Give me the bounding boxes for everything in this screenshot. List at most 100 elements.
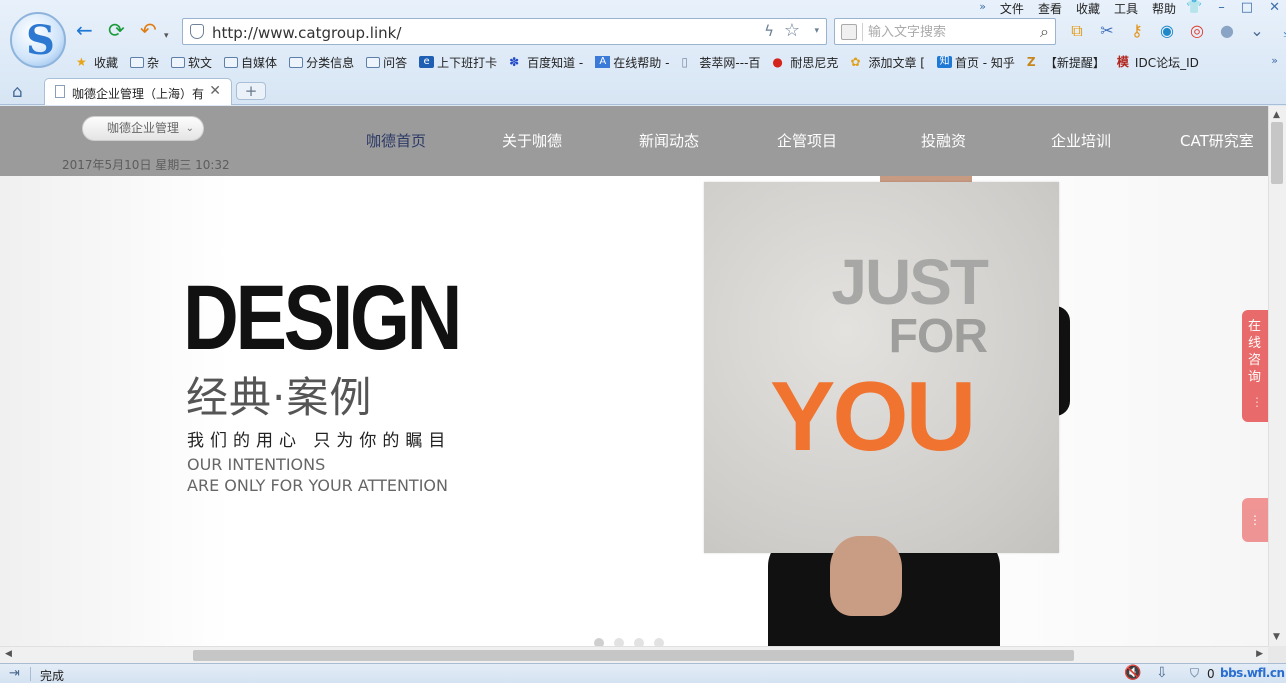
- online-consult-tab[interactable]: 在线咨询 ⋮: [1242, 310, 1268, 422]
- browser-chrome: S » 文件 查看 收藏 工具 帮助 👕 – □ ✕ ← ⟳ ↶ ▾ http:…: [0, 0, 1286, 105]
- hero-cn-title: 经典·案例: [186, 373, 373, 422]
- bookmark-link[interactable]: e 上下班打卡: [419, 52, 497, 72]
- vertical-scroll-thumb[interactable]: [1271, 122, 1283, 184]
- security-shield-icon[interactable]: [190, 24, 204, 39]
- grip-icon: ⋮: [1249, 513, 1261, 527]
- page-icon: ▯: [681, 55, 689, 69]
- bookmarks-more-icon[interactable]: »: [1271, 54, 1278, 67]
- bookmark-folder[interactable]: 自媒体: [224, 52, 277, 72]
- skin-icon[interactable]: 👕: [1186, 0, 1202, 15]
- sogou-browser-logo[interactable]: S: [10, 12, 66, 68]
- colorful-gear-icon: ✿: [850, 55, 861, 69]
- bookmark-link[interactable]: 模 IDC论坛_ID: [1117, 52, 1199, 72]
- folder-icon: [366, 56, 381, 68]
- nav-about[interactable]: 关于咖德: [502, 130, 562, 151]
- bookmark-favorites[interactable]: ★ 收藏: [76, 52, 118, 72]
- bookmark-link[interactable]: ✿ 添加文章 [: [850, 52, 925, 72]
- nav-cat-lab[interactable]: CAT研究室: [1180, 130, 1254, 151]
- menu-file[interactable]: 文件: [1000, 0, 1024, 16]
- vertical-scrollbar[interactable]: ▲ ▼: [1268, 106, 1286, 646]
- shield-icon[interactable]: ⛉: [1190, 666, 1199, 681]
- bookmark-link[interactable]: ✽ 百度知道 -: [509, 52, 583, 72]
- search-divider: [862, 23, 863, 41]
- bookmark-link[interactable]: ● 耐思尼克: [772, 52, 838, 72]
- download-icon[interactable]: ⤓: [1276, 20, 1286, 42]
- bookmark-folder[interactable]: 软文: [171, 52, 212, 72]
- search-icon[interactable]: ⌕: [1040, 22, 1049, 42]
- nicenic-icon: ●: [772, 55, 783, 69]
- menu-view[interactable]: 查看: [1038, 0, 1062, 16]
- sign-just-text: JUST: [831, 246, 989, 318]
- nav-training[interactable]: 企业培训: [1051, 130, 1111, 151]
- hero-design-heading: DESIGN: [183, 267, 462, 369]
- nav-news[interactable]: 新闻动态: [639, 130, 699, 151]
- scissors-icon[interactable]: ✂: [1096, 20, 1118, 42]
- online-consult-label: 在线咨询: [1248, 319, 1262, 385]
- slider-dot[interactable]: [614, 638, 624, 646]
- bookmark-folder[interactable]: 问答: [366, 52, 407, 72]
- horizontal-scroll-thumb[interactable]: [193, 650, 1074, 661]
- hand-bottom-image: [830, 536, 902, 616]
- scroll-up-icon[interactable]: ▲: [1273, 110, 1280, 120]
- ie-icon: e: [419, 56, 435, 68]
- scroll-right-icon[interactable]: ▶: [1256, 649, 1263, 659]
- screenshot-icon[interactable]: ⧉: [1066, 20, 1088, 42]
- slider-dot[interactable]: [654, 638, 664, 646]
- menu-help[interactable]: 帮助: [1152, 0, 1176, 16]
- scroll-left-icon[interactable]: ◀: [5, 649, 12, 659]
- nav-home[interactable]: 咖德首页: [366, 130, 426, 151]
- home-icon[interactable]: ⌂: [12, 82, 23, 102]
- hero-banner[interactable]: DESIGN 经典·案例 我们的用心 只为你的瞩目 OUR INTENTIONS…: [0, 136, 1268, 646]
- url-text[interactable]: http://www.catgroup.link/: [212, 24, 401, 42]
- bookmark-folder[interactable]: 杂: [130, 52, 159, 72]
- tab-close-icon[interactable]: ✕: [209, 83, 221, 99]
- secondary-float-tab[interactable]: ⋮: [1242, 498, 1268, 542]
- tab-active[interactable]: 咖德企业管理（上海）有 ✕: [44, 78, 232, 105]
- hero-cn-subtitle: 我们的用心 只为你的瞩目: [187, 431, 452, 451]
- bookmark-link[interactable]: 知首页 - 知乎: [936, 52, 1015, 72]
- undo-close-tab-button[interactable]: ↶: [140, 20, 157, 40]
- more-icon[interactable]: ⌄: [1246, 20, 1268, 42]
- mute-icon[interactable]: 🔇: [1124, 665, 1141, 681]
- undo-dropdown-icon[interactable]: ▾: [164, 26, 169, 46]
- address-bar[interactable]: http://www.catgroup.link/ ϟ ☆ ▾: [182, 18, 827, 45]
- search-engine-icon[interactable]: [841, 24, 857, 40]
- address-dropdown-icon[interactable]: ▾: [814, 26, 819, 36]
- close-button[interactable]: ✕: [1269, 0, 1280, 15]
- search-input[interactable]: [868, 23, 1028, 41]
- nav-projects[interactable]: 企管项目: [777, 130, 837, 151]
- minimize-button[interactable]: –: [1218, 0, 1225, 15]
- chat-icon[interactable]: ●: [1216, 20, 1238, 42]
- key-icon[interactable]: ⚷: [1126, 20, 1148, 42]
- maximize-button[interactable]: □: [1241, 0, 1253, 15]
- bookmark-link[interactable]: Z 【新提醒】: [1027, 52, 1105, 72]
- bookmark-link[interactable]: A 在线帮助 -: [595, 52, 669, 72]
- bookmark-label: 首页 - 知乎: [954, 55, 1015, 70]
- speed-mode-icon[interactable]: ϟ: [764, 22, 774, 40]
- search-tool-icon[interactable]: ◉: [1156, 20, 1178, 42]
- refresh-button[interactable]: ⟳: [108, 20, 125, 40]
- menu-favorites[interactable]: 收藏: [1076, 0, 1100, 16]
- bookmark-label: 杂: [147, 55, 160, 70]
- bookmark-label: 荟萃网---百: [699, 55, 761, 70]
- menu-more-icon[interactable]: »: [979, 0, 986, 14]
- new-tab-button[interactable]: +: [236, 82, 266, 100]
- menu-tools[interactable]: 工具: [1114, 0, 1138, 16]
- sidebar-toggle-icon[interactable]: ⇥: [9, 666, 20, 681]
- slider-dot[interactable]: [634, 638, 644, 646]
- hero-sign-board: JUST FOR YOU: [704, 182, 1059, 553]
- bookmark-link[interactable]: ▯ 荟萃网---百: [681, 52, 760, 72]
- bookmark-star-icon[interactable]: ☆: [784, 20, 800, 41]
- logo-letter: S: [26, 17, 55, 64]
- slider-dot[interactable]: [594, 638, 604, 646]
- nav-investment[interactable]: 投融资: [921, 130, 966, 151]
- bookmark-label: IDC论坛_ID: [1134, 55, 1199, 70]
- bookmark-folder[interactable]: 分类信息: [289, 52, 354, 72]
- horizontal-scrollbar[interactable]: ◀ ▶: [0, 646, 1268, 663]
- download-manager-icon[interactable]: ⇩: [1156, 665, 1168, 681]
- weibo-icon[interactable]: ◎: [1186, 20, 1208, 42]
- page-icon: [55, 85, 65, 98]
- scroll-down-icon[interactable]: ▼: [1273, 632, 1280, 642]
- back-button[interactable]: ←: [76, 20, 93, 40]
- idc-forum-icon: 模: [1116, 55, 1129, 69]
